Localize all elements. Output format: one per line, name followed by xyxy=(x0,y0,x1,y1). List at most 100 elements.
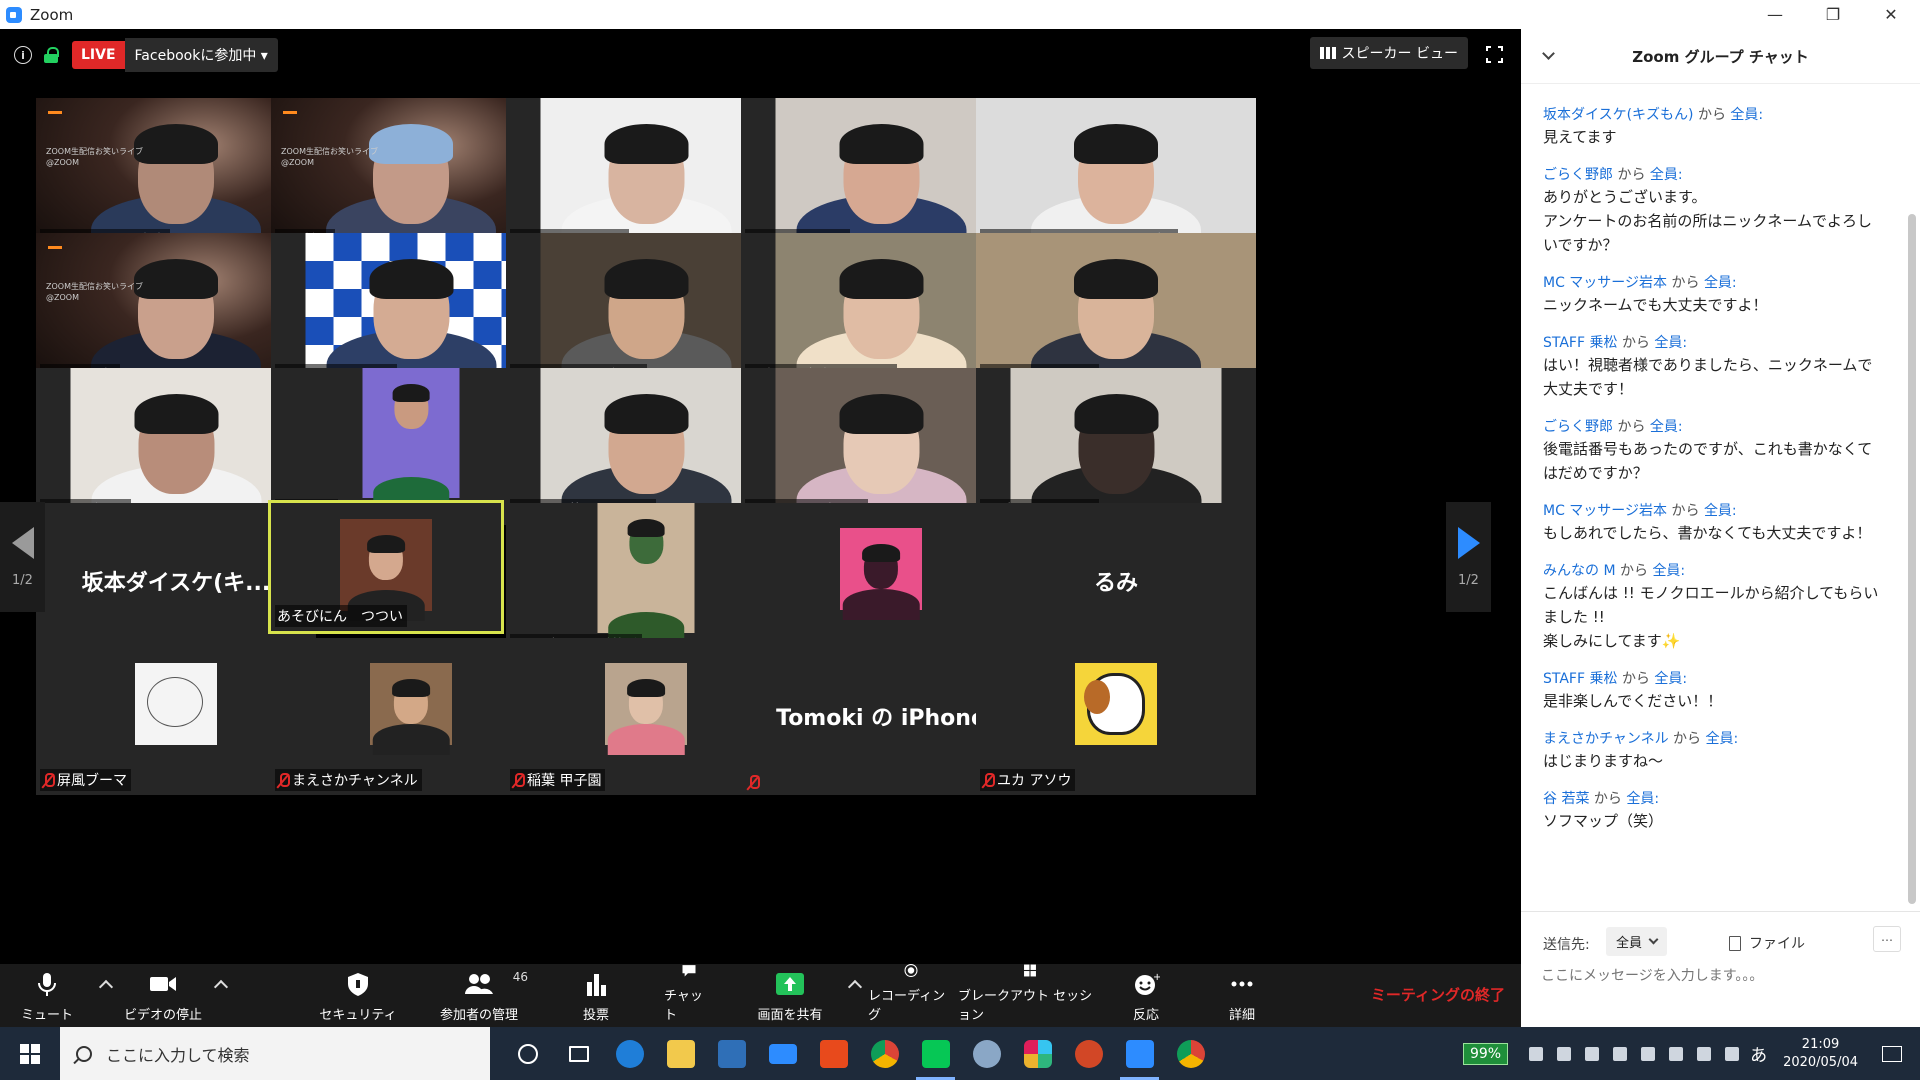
battery-icon[interactable] xyxy=(1641,1046,1656,1061)
reactions-button[interactable]: + 反応 xyxy=(1126,964,1166,1027)
taskbar-search[interactable]: ここに入力して検索 xyxy=(60,1027,490,1080)
participant-tile[interactable]: モノクロエール xyxy=(976,233,1256,390)
volume-icon[interactable] xyxy=(1697,1046,1712,1061)
participant-hair xyxy=(1074,124,1158,164)
share-options-caret[interactable] xyxy=(847,979,863,995)
chat-sender[interactable]: 坂本ダイスケ(キズもん) xyxy=(1543,107,1694,123)
polls-button[interactable]: 投票 xyxy=(576,964,616,1027)
line-icon[interactable] xyxy=(910,1027,961,1080)
file-button[interactable]: ファイル xyxy=(1729,933,1805,953)
more-button[interactable]: 詳細 xyxy=(1222,964,1262,1027)
audio-options-caret[interactable] xyxy=(98,979,114,995)
chat-sender[interactable]: まえさかチャンネル xyxy=(1543,731,1669,747)
participant-tile[interactable]: しもぶくれおな (セレンデ... xyxy=(976,98,1256,255)
participant-tile[interactable]: ブジョーたくし xyxy=(976,368,1256,525)
file-label: ファイル xyxy=(1749,936,1805,952)
chat-sender[interactable]: MC マッサージ岩本 xyxy=(1543,275,1667,291)
page-indicator: 1/2 xyxy=(12,572,33,588)
bar-chart-icon xyxy=(587,974,606,996)
breakout-rooms-button[interactable]: ブレークアウト セッション xyxy=(958,964,1102,1027)
taskbar-clock[interactable]: 21:09 2020/05/04 xyxy=(1783,1036,1858,1072)
participant-video xyxy=(605,663,687,755)
chat-sender[interactable]: みんなの M xyxy=(1543,563,1616,579)
chat-sender[interactable]: MC マッサージ岩本 xyxy=(1543,503,1667,519)
chat-message-text: こんばんは !! モノクロエールから紹介してもらいました !! 楽しみにしてます… xyxy=(1543,584,1879,650)
chrome-alt-icon[interactable] xyxy=(1165,1027,1216,1080)
battery-indicator[interactable]: 99% xyxy=(1462,1042,1509,1065)
stage-overlay-text: ZOOM生配信お笑いライブ @ZOOM xyxy=(46,282,143,302)
chat-sender[interactable]: ごらく野郎 xyxy=(1543,419,1613,435)
page-indicator: 1/2 xyxy=(1458,572,1479,588)
recipient-select[interactable]: 全員 xyxy=(1606,927,1668,956)
zoom-taskbar-icon[interactable] xyxy=(1114,1027,1165,1080)
search-icon xyxy=(76,1045,92,1062)
stop-video-button[interactable]: ビデオの停止 xyxy=(118,964,208,1027)
snipping-icon[interactable] xyxy=(961,1027,1012,1080)
start-button[interactable] xyxy=(0,1027,60,1080)
chat-message: ごらく野郎 から 全員: 後電話番号もあったのですが、これも書かなくてはだめですか… xyxy=(1543,417,1883,485)
task-view-icon[interactable] xyxy=(553,1027,604,1080)
slack-icon[interactable] xyxy=(1012,1027,1063,1080)
previous-page-button[interactable]: 1/2 xyxy=(0,502,45,612)
live-badge[interactable]: LIVE xyxy=(72,41,125,69)
smiley-icon: + xyxy=(1135,972,1160,995)
microphone-tray-icon[interactable] xyxy=(1613,1046,1628,1061)
lock-icon[interactable] xyxy=(44,47,59,63)
store-icon[interactable] xyxy=(706,1027,757,1080)
participant-video xyxy=(135,663,217,745)
close-button[interactable]: ✕ xyxy=(1862,0,1920,29)
share-screen-button[interactable]: 画面を共有 xyxy=(750,964,830,1027)
powerpoint-icon[interactable] xyxy=(1063,1027,1114,1080)
chevron-down-icon[interactable] xyxy=(1542,47,1555,60)
meeting-toolbar: ミュート ビデオの停止 セキュリティ 46 参加者の管理 投票 チャット 画面を… xyxy=(0,964,1521,1027)
next-page-button[interactable]: 1/2 xyxy=(1446,502,1491,612)
chat-more-button[interactable]: … xyxy=(1873,926,1901,952)
cloud-icon[interactable] xyxy=(1725,1046,1740,1061)
participant-hair xyxy=(392,384,430,402)
chat-scrollbar[interactable] xyxy=(1908,214,1916,904)
participants-button[interactable]: 46 参加者の管理 xyxy=(434,964,528,1027)
chat-sender[interactable]: STAFF 乗松 xyxy=(1543,671,1617,687)
speaker-view-button[interactable]: スピーカー ビュー xyxy=(1309,37,1468,69)
info-icon[interactable]: i xyxy=(14,46,32,64)
mute-button[interactable]: ミュート xyxy=(14,964,80,1027)
end-meeting-button[interactable]: ミーティングの終了 xyxy=(1371,984,1505,1005)
file-explorer-icon[interactable] xyxy=(655,1027,706,1080)
participant-name-label: 屏風ブーマ xyxy=(40,769,131,791)
participant-tile[interactable]: ユカ アソウ xyxy=(976,638,1256,795)
participant-hair xyxy=(839,259,923,299)
record-button[interactable]: レコーディング xyxy=(868,964,954,1027)
chat-from-word: から xyxy=(1617,419,1646,435)
video-options-caret[interactable] xyxy=(213,979,229,995)
chat-message-input[interactable] xyxy=(1541,968,1901,984)
maximize-button[interactable]: ❐ xyxy=(1804,0,1862,29)
ime-indicator[interactable]: あ xyxy=(1750,1041,1767,1066)
onedrive-icon[interactable] xyxy=(1585,1046,1600,1061)
participant-hair xyxy=(604,124,688,164)
fullscreen-icon[interactable] xyxy=(1485,45,1504,64)
notifications-icon[interactable] xyxy=(1882,1045,1902,1062)
chat-message-text: 後電話番号もあったのですが、これも書かなくてはだめですか？ xyxy=(1543,440,1873,482)
chrome-icon[interactable] xyxy=(859,1027,910,1080)
chevron-up-icon[interactable] xyxy=(1557,1046,1572,1061)
windows-logo-icon xyxy=(20,1043,40,1064)
edge-icon[interactable] xyxy=(604,1027,655,1080)
chat-sender[interactable]: STAFF 乗松 xyxy=(1543,335,1617,351)
window-controls: — ❐ ✕ xyxy=(1746,0,1920,29)
security-button[interactable]: セキュリティ xyxy=(318,964,398,1027)
polls-label: 投票 xyxy=(582,1008,609,1023)
minimize-button[interactable]: — xyxy=(1746,0,1804,29)
chat-recipient: 全員: xyxy=(1705,731,1739,747)
chat-sender[interactable]: ごらく野郎 xyxy=(1543,167,1613,183)
office-icon[interactable] xyxy=(808,1027,859,1080)
chat-sender[interactable]: 谷 若菜 xyxy=(1543,791,1589,807)
participant-tile[interactable]: あそびにん つつい xyxy=(268,500,504,634)
wifi-icon[interactable] xyxy=(1669,1046,1684,1061)
cortana-icon[interactable] xyxy=(502,1027,553,1080)
live-stream-status-dropdown[interactable]: Facebookに参加中 ▾ xyxy=(124,38,278,72)
mail-icon[interactable] xyxy=(757,1027,808,1080)
chat-button[interactable]: チャット xyxy=(664,964,714,1027)
participant-name: ユカ アソウ xyxy=(997,773,1072,789)
pen-icon[interactable] xyxy=(1529,1046,1544,1061)
participant-tile[interactable]: るみ xyxy=(976,503,1256,660)
